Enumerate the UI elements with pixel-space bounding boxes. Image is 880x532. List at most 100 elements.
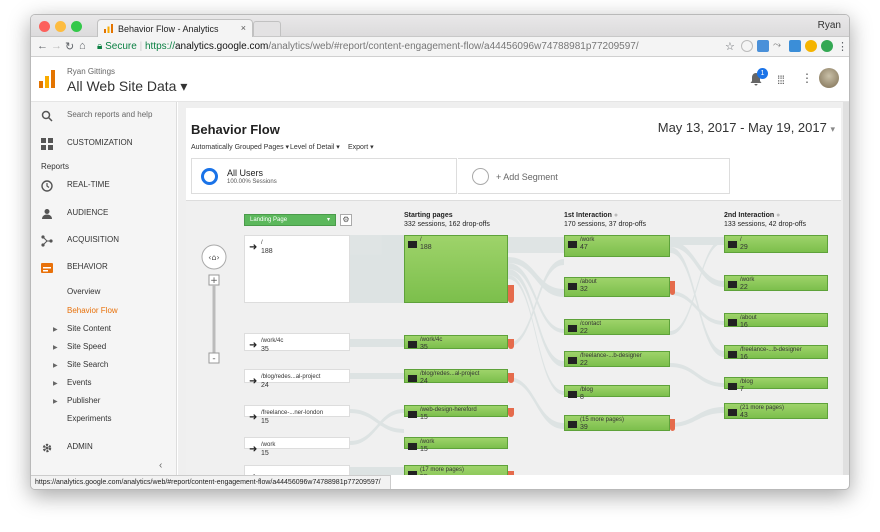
second-interaction-node[interactable]: /blog 7 [724,377,828,393]
profile-name[interactable]: Ryan [818,20,841,31]
svg-text:‹⌂›: ‹⌂› [208,253,219,262]
export-menu[interactable]: Export ▾ [348,143,374,151]
address-bar[interactable]: 🔒︎ Secure | https://analytics.google.com… [97,39,719,55]
sidebar-subitem-site-search[interactable]: Site Search [67,360,108,369]
sidebar-subitem-overview[interactable]: Overview [67,287,100,296]
starting-page-node[interactable]: (17 more pages)55 [404,465,508,475]
landing-node[interactable]: ➜/work/4c 35 [244,333,350,353]
sidebar-item-behavior[interactable]: BEHAVIOR [31,262,177,276]
behavior-icon [41,263,53,273]
collapse-sidebar-icon[interactable]: ‹ [159,460,162,471]
date-range-selector[interactable]: May 13, 2017 - May 19, 2017 ▾ [658,120,835,135]
report-panel: Behavior Flow May 13, 2017 - May 19, 201… [186,108,841,475]
bookmark-star-icon[interactable]: ☆ [725,40,735,53]
drop-off-indicator[interactable] [508,285,514,303]
sidebar-item-realtime[interactable]: REAL-TIME [31,180,177,194]
sidebar-subitem-experiments[interactable]: Experiments [67,414,111,423]
first-interaction-node[interactable]: (15 more pages) 39 [564,415,670,431]
page-icon [728,383,737,390]
extension-icon[interactable] [789,40,801,52]
starting-page-node[interactable]: /188 [404,235,508,303]
starting-page-node[interactable]: /blog/redes...al-project 24 [404,369,508,385]
node-name: /blog [740,379,754,385]
info-icon[interactable]: ● [776,212,780,219]
sidebar-item-admin[interactable]: ADMIN [31,442,177,456]
sidebar-subitem-events[interactable]: Events [67,378,91,387]
segment-all-users[interactable]: All Users 100.00% Sessions [191,158,457,194]
drop-off-indicator[interactable] [670,281,675,295]
first-interaction-node[interactable]: /freelance-...b-designer 22 [564,351,670,367]
analytics-logo-icon [39,70,55,88]
second-interaction-node[interactable]: /about 16 [724,313,828,329]
forward-icon[interactable]: → [51,40,62,52]
drop-off-indicator[interactable] [508,373,514,383]
maximize-window-button[interactable] [71,21,82,32]
landing-node[interactable]: ➜/work 15 [244,437,350,457]
node-count: 39 [580,424,588,431]
close-window-button[interactable] [39,21,50,32]
back-icon[interactable]: ← [37,40,48,52]
landing-page-dropdown[interactable]: Landing Page ▾ [244,214,336,226]
drop-off-indicator[interactable] [670,419,675,431]
starting-page-node[interactable]: /work/4c 35 [404,335,508,351]
drop-off-indicator[interactable] [508,339,514,349]
secure-label: Secure [105,41,137,52]
column-header-second: 2nd Interaction ● 133 sessions, 42 drop-o… [724,211,806,229]
browser-tab[interactable]: Behavior Flow - Analytics × [97,19,253,37]
page-icon [568,325,577,332]
first-interaction-node[interactable]: /contact 22 [564,319,670,335]
drop-off-indicator[interactable] [508,408,514,417]
landing-node[interactable]: ➜/blog/redes...al-project 24 [244,369,350,389]
extension-icon[interactable] [757,40,769,52]
sidebar-subitem-publisher[interactable]: Publisher [67,396,100,405]
landing-node[interactable]: ➜/ 188 [244,235,350,303]
apps-grid-icon[interactable]: ⁞⁞⁞ [777,73,785,87]
sidebar-subitem-site-content[interactable]: Site Content [67,324,111,333]
node-name: /freelance-...b-designer [580,353,642,359]
minimize-window-button[interactable] [55,21,66,32]
node-name: / [261,240,263,246]
grouped-pages-menu[interactable]: Automatically Grouped Pages ▾ [191,143,289,151]
second-interaction-node[interactable]: (21 more pages) 43 [724,403,828,419]
property-selector[interactable]: All Web Site Data ▾ [67,78,187,95]
drop-off-indicator[interactable] [508,471,514,475]
sidebar-item-audience[interactable]: AUDIENCE [31,208,177,222]
first-interaction-node[interactable]: /blog 8 [564,385,670,401]
landing-node[interactable]: ➜55 [244,465,350,475]
sidebar-item-customization[interactable]: CUSTOMIZATION [31,138,177,152]
search-reports-label: Search reports and help [67,110,153,119]
node-name: /web-design-hereford [420,407,477,413]
user-avatar[interactable] [819,68,839,88]
home-icon[interactable]: ⌂ [79,40,86,52]
extension-icon[interactable]: ⤳ [773,40,785,52]
level-of-detail-menu[interactable]: Level of Detail ▾ [290,143,340,151]
sidebar-label: ADMIN [67,442,93,451]
first-interaction-node[interactable]: /about 32 [564,277,670,297]
tab-close-icon[interactable]: × [241,23,246,33]
flow-settings-gear-icon[interactable]: ⚙ [340,214,352,226]
more-options-icon[interactable]: ⋮ [801,71,813,85]
landing-node[interactable]: ➜/freelance-...ner-london 15 [244,405,350,425]
extension-icon[interactable] [805,40,817,52]
info-icon[interactable]: ● [614,212,618,219]
page-scrollbar[interactable] [843,102,849,475]
sidebar-label: REAL-TIME [67,180,110,189]
second-interaction-node[interactable]: /work 22 [724,275,828,291]
sidebar-subitem-behavior-flow[interactable]: Behavior Flow [67,306,118,315]
chrome-menu-icon[interactable]: ⋮ [837,40,848,53]
behavior-flow-diagram: Landing Page ▾ ⚙ Starting pages 332 sessio… [186,200,841,475]
starting-page-node[interactable]: /work 15 [404,437,508,453]
first-interaction-node[interactable]: /work 47 [564,235,670,257]
extension-icon[interactable] [821,40,833,52]
zoom-controls[interactable]: ‹⌂› + - [200,243,228,373]
sidebar-item-acquisition[interactable]: ACQUISITION [31,235,177,249]
reload-icon[interactable]: ↻ [65,40,74,53]
second-interaction-node[interactable]: /freelance-...b-designer 16 [724,345,828,361]
search-reports[interactable]: Search reports and help [31,110,177,124]
sidebar-subitem-site-speed[interactable]: Site Speed [67,342,106,351]
new-tab-button[interactable] [253,21,281,36]
starting-page-node[interactable]: /web-design-hereford 15 [404,405,508,421]
add-segment-button[interactable]: + Add Segment [458,158,730,194]
second-interaction-node[interactable]: /29 [724,235,828,253]
extension-icon[interactable] [741,40,753,52]
